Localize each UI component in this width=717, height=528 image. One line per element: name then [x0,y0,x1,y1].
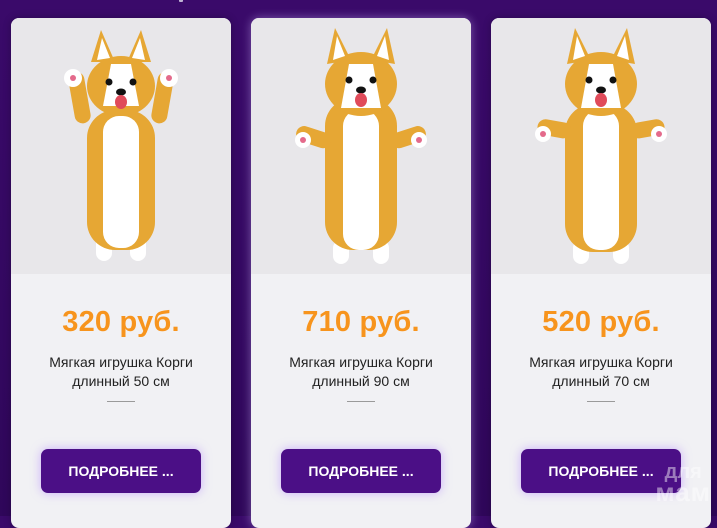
product-name[interactable]: Мягкая игрушка Корги длинный 90 см [251,353,471,391]
product-image[interactable] [11,18,231,274]
product-card: 520 руб. Мягкая игрушка Корги длинный 70… [491,18,711,528]
divider [107,401,135,402]
product-name[interactable]: Мягкая игрушка Корги длинный 70 см [491,353,711,391]
divider [347,401,375,402]
product-price: 710 руб. [302,306,420,338]
top-dot [179,0,183,2]
details-button[interactable]: ПОДРОБНЕЕ ... [281,449,441,493]
corgi-plush-icon [295,28,427,264]
corgi-plush-icon [535,28,667,264]
corgi-plush-icon [64,30,178,261]
watermark-logo: для мам [655,462,711,507]
product-card: 710 руб. Мягкая игрушка Корги длинный 90… [251,18,471,528]
product-grid: 320 руб. Мягкая игрушка Корги длинный 50… [11,18,711,528]
watermark-line-2: мам [655,477,711,507]
divider [587,401,615,402]
product-name[interactable]: Мягкая игрушка Корги длинный 50 см [11,353,231,391]
product-card: 320 руб. Мягкая игрушка Корги длинный 50… [11,18,231,528]
product-image[interactable] [251,18,471,274]
product-price: 520 руб. [542,306,660,338]
product-image[interactable] [491,18,711,274]
product-price: 320 руб. [62,306,180,338]
details-button[interactable]: ПОДРОБНЕЕ ... [41,449,201,493]
